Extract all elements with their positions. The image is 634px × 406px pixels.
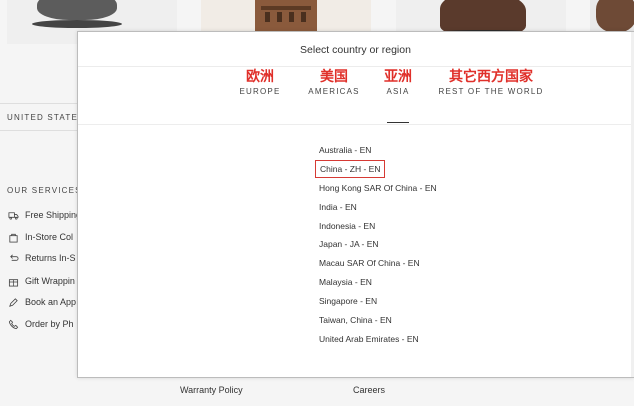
country-option-japan[interactable]: Japan - JA - EN: [319, 238, 437, 257]
services-title: OUR SERVICES: [7, 186, 82, 195]
service-label: Returns In-S: [25, 253, 76, 263]
country-list: Australia - EN China - ZH - EN Hong Kong…: [315, 144, 437, 352]
boot-image: [440, 0, 526, 34]
country-option-china[interactable]: China - ZH - EN: [315, 159, 437, 182]
phone-icon: [7, 318, 19, 330]
divider: [78, 124, 633, 125]
bag-detail: [277, 12, 282, 22]
country-label: Hong Kong SAR Of China - EN: [319, 182, 437, 193]
footer-link-careers[interactable]: Careers: [353, 385, 385, 395]
divider: [78, 66, 633, 67]
country-selector-label[interactable]: UNITED STATES: [7, 113, 85, 122]
country-label: Japan - JA - EN: [319, 239, 379, 250]
country-label: Australia - EN: [319, 145, 372, 155]
tab-annotation-cn: 其它西方国家: [449, 69, 533, 85]
country-label: Indonesia - EN: [319, 220, 376, 231]
footer-link-warranty[interactable]: Warranty Policy: [180, 385, 243, 395]
country-label: India - EN: [319, 201, 357, 212]
service-label: Free Shipping: [25, 210, 82, 220]
truck-icon: [7, 209, 19, 221]
divider: [0, 103, 80, 104]
country-label: Taiwan, China - EN: [319, 315, 392, 326]
country-region-modal: Select country or region 欧洲 EUROPE 美国 AM…: [77, 31, 634, 378]
service-label: Order by Ph: [25, 319, 74, 329]
country-label: Singapore - EN: [319, 296, 378, 307]
tab-annotation-cn: 欧洲: [246, 69, 274, 85]
active-tab-indicator: [387, 122, 409, 123]
boot-image: [596, 0, 634, 32]
country-label: Macau SAR Of China - EN: [319, 258, 420, 269]
country-option-india[interactable]: India - EN: [319, 201, 437, 220]
service-item-shipping[interactable]: Free Shipping: [7, 208, 81, 222]
service-label: Book an App: [25, 297, 77, 307]
tab-annotation-cn: 美国: [320, 69, 348, 85]
service-item-appointment[interactable]: Book an App: [7, 295, 76, 309]
country-label: United Arab Emirates - EN: [319, 333, 419, 344]
shoe-sole-image: [32, 20, 122, 28]
country-option-uae[interactable]: United Arab Emirates - EN: [319, 333, 437, 352]
tab-label: ASIA: [386, 87, 410, 96]
country-option-singapore[interactable]: Singapore - EN: [319, 295, 437, 314]
service-item-collect[interactable]: In-Store Col: [7, 230, 73, 244]
country-option-taiwan[interactable]: Taiwan, China - EN: [319, 314, 437, 333]
modal-title: Select country or region: [300, 44, 411, 56]
bag-detail: [265, 12, 270, 22]
gift-icon: [7, 275, 19, 287]
country-label: China - ZH - EN: [315, 159, 386, 178]
tab-annotation-cn: 亚洲: [384, 69, 412, 85]
country-label: Malaysia - EN: [319, 277, 372, 288]
tab-label: EUROPE: [239, 87, 281, 96]
tab-asia[interactable]: 亚洲 ASIA: [382, 68, 414, 97]
tab-label: REST OF THE WORLD: [438, 87, 544, 96]
country-option-indonesia[interactable]: Indonesia - EN: [319, 220, 437, 239]
country-option-malaysia[interactable]: Malaysia - EN: [319, 276, 437, 295]
bag-icon: [7, 231, 19, 243]
tab-europe[interactable]: 欧洲 EUROPE: [235, 68, 285, 97]
service-item-phone[interactable]: Order by Ph: [7, 317, 74, 331]
service-label: Gift Wrappin: [25, 276, 75, 286]
tab-americas[interactable]: 美国 AMERICAS: [306, 68, 362, 97]
return-icon: [7, 252, 19, 264]
shoe-image: [37, 0, 117, 20]
pen-icon: [7, 296, 19, 308]
bag-stripe: [261, 6, 311, 10]
bag-detail: [289, 12, 294, 22]
country-option-hong-kong[interactable]: Hong Kong SAR Of China - EN: [319, 182, 437, 201]
bag-detail: [301, 12, 306, 22]
service-label: In-Store Col: [25, 232, 74, 242]
service-item-gift[interactable]: Gift Wrappin: [7, 274, 75, 288]
divider: [0, 130, 80, 131]
tab-label: AMERICAS: [308, 87, 360, 96]
service-item-returns[interactable]: Returns In-S: [7, 251, 76, 265]
country-option-macau[interactable]: Macau SAR Of China - EN: [319, 257, 437, 276]
tab-rest-of-the-world[interactable]: 其它西方国家 REST OF THE WORLD: [436, 68, 546, 97]
